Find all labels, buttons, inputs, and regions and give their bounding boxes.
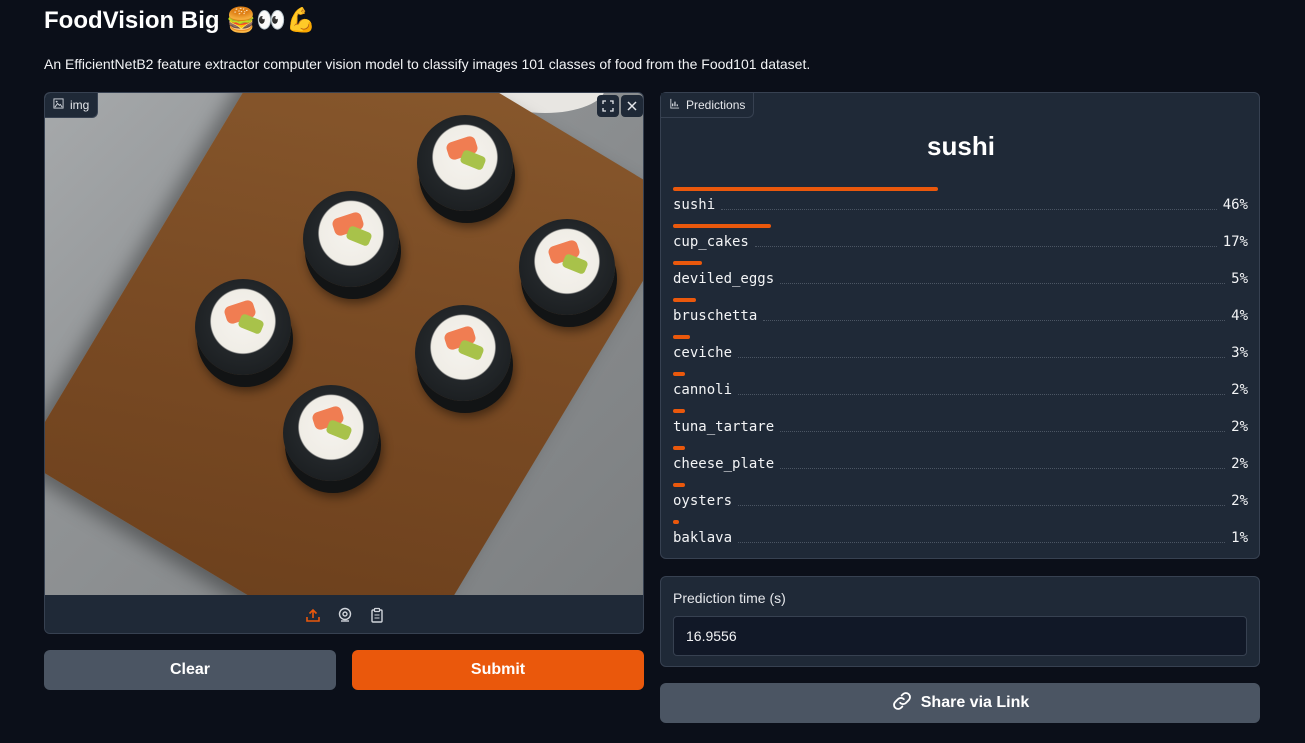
prediction-leader-dots [738,496,1226,506]
fullscreen-icon[interactable] [597,95,619,117]
prediction-leader-dots [780,422,1226,432]
prediction-leader-dots [738,533,1226,543]
prediction-confidence-bar [673,483,685,487]
prediction-confidence-bar [673,187,938,191]
prediction-label: bruschetta [673,308,758,324]
prediction-row: deviled_eggs 5% [673,271,1248,287]
prediction-leader-dots [721,200,1217,210]
prediction-row: sushi 46% [673,197,1248,213]
bar-chart-icon [669,98,680,112]
page-title: FoodVision Big 🍔👀💪 [44,7,316,34]
submit-button[interactable]: Submit [352,650,644,690]
predictions-label-text: Predictions [686,98,746,112]
prediction-percent: 46% [1222,197,1248,213]
prediction-percent: 3% [1231,345,1248,361]
prediction-label: cheese_plate [673,456,775,472]
prediction-confidence-bar [673,446,685,450]
sushi-photo [45,93,643,595]
prediction-percent: 5% [1231,271,1248,287]
image-icon [53,98,64,112]
prediction-confidence-bar [673,409,685,413]
upload-icon[interactable] [303,605,323,625]
prediction-leader-dots [738,385,1226,395]
prediction-leader-dots [780,459,1226,469]
prediction-item: cup_cakes 17% [673,224,1248,261]
share-via-link-button[interactable]: Share via Link [660,683,1260,723]
prediction-time-label: Prediction time (s) [673,590,786,606]
prediction-time-field[interactable]: 16.9556 [673,616,1247,656]
top-prediction: sushi [927,131,995,161]
prediction-percent: 2% [1231,456,1248,472]
prediction-confidence-bar [673,335,691,339]
prediction-label: deviled_eggs [673,271,775,287]
clear-button[interactable]: Clear [44,650,336,690]
share-via-link-label: Share via Link [920,694,1030,711]
predictions-panel: Predictions sushi sushi 46% cup_cakes 17% de… [660,92,1260,559]
prediction-label: cup_cakes [673,234,749,250]
prediction-item: oysters 2% [673,483,1248,520]
prediction-row: oysters 2% [673,493,1248,509]
prediction-label: baklava [673,530,733,546]
prediction-leader-dots [738,348,1226,358]
link-icon [891,690,913,717]
prediction-time-panel: Prediction time (s) 16.9556 [660,576,1260,667]
prediction-label: oysters [673,493,733,509]
prediction-confidence-bar [673,372,685,376]
prediction-item: cannoli 2% [673,372,1248,409]
prediction-confidence-bar [673,224,771,228]
prediction-row: cannoli 2% [673,382,1248,398]
image-input-panel[interactable]: img [44,92,644,634]
prediction-percent: 1% [1231,530,1248,546]
prediction-row: bruschetta 4% [673,308,1248,324]
prediction-item: deviled_eggs 5% [673,261,1248,298]
prediction-percent: 4% [1231,308,1248,324]
close-icon[interactable] [621,95,643,117]
image-input-label-text: img [70,98,90,112]
predictions-label: Predictions [661,93,755,118]
prediction-leader-dots [754,237,1217,247]
prediction-row: ceviche 3% [673,345,1248,361]
prediction-label: cannoli [673,382,733,398]
page-description: An EfficientNetB2 feature extractor comp… [44,56,811,72]
prediction-item: baklava 1% [673,520,1248,557]
image-input-label: img [45,93,99,118]
prediction-item: bruschetta 4% [673,298,1248,335]
prediction-percent: 2% [1231,419,1248,435]
prediction-row: baklava 1% [673,530,1248,546]
prediction-item: cheese_plate 2% [673,446,1248,483]
prediction-item: tuna_tartare 2% [673,409,1248,446]
prediction-confidence-bar [673,520,679,524]
prediction-percent: 17% [1222,234,1248,250]
prediction-percent: 2% [1231,493,1248,509]
prediction-label: ceviche [673,345,733,361]
prediction-item: ceviche 3% [673,335,1248,372]
prediction-row: tuna_tartare 2% [673,419,1248,435]
prediction-row: cheese_plate 2% [673,456,1248,472]
prediction-list: sushi 46% cup_cakes 17% deviled_eggs 5% brusch… [673,187,1248,557]
webcam-icon[interactable] [335,605,355,625]
prediction-percent: 2% [1231,382,1248,398]
prediction-label: sushi [673,197,716,213]
image-source-toolbar [45,595,643,633]
prediction-label: tuna_tartare [673,419,775,435]
clipboard-icon[interactable] [367,605,387,625]
prediction-confidence-bar [673,298,696,302]
prediction-confidence-bar [673,261,702,265]
prediction-leader-dots [763,311,1226,321]
prediction-row: cup_cakes 17% [673,234,1248,250]
prediction-item: sushi 46% [673,187,1248,224]
prediction-leader-dots [780,274,1226,284]
